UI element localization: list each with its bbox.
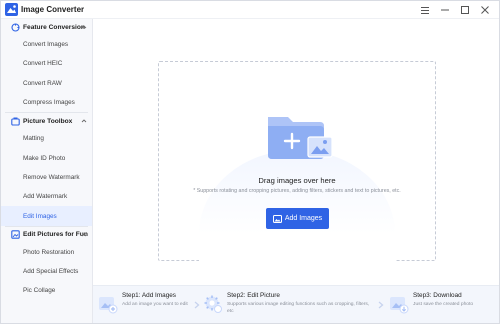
add-image-step-icon (99, 297, 118, 314)
add-images-label: Add Images (284, 215, 323, 222)
chevron-right-icon (194, 301, 200, 309)
chevron-right-icon (378, 301, 384, 309)
chevron-up-icon (81, 119, 87, 123)
sidebar-item-add-watermark[interactable]: Add Watermark (1, 187, 92, 206)
title-bar: Image Converter (1, 1, 499, 19)
step-description: Just save the created photo (413, 302, 474, 307)
image-icon (272, 214, 282, 223)
sidebar-item-remove-watermark[interactable]: Remove Watermark (1, 168, 92, 187)
category-label: Feature Conversion (23, 23, 85, 31)
sidebar-item-photo-restoration[interactable]: Photo Restoration (1, 243, 92, 262)
step-title: Step1: Add Images (122, 292, 177, 299)
app-title: Image Converter (21, 5, 85, 14)
chevron-up-icon (81, 25, 87, 29)
folder-add-image-icon (268, 117, 333, 159)
maximize-icon (461, 6, 469, 14)
sidebar-item-edit-images[interactable]: Edit Images (1, 206, 92, 226)
close-icon (481, 6, 489, 14)
sidebar-item-convert-images[interactable]: Convert Images (1, 35, 92, 54)
sidebar-item-convert-raw[interactable]: Convert RAW (1, 74, 92, 93)
sidebar-item-convert-heic[interactable]: Convert HEIC (1, 54, 92, 73)
step-title: Step3: Download (413, 292, 462, 299)
app-window: Image Converter Feature Conversion Conve… (0, 0, 500, 324)
close-button[interactable] (475, 1, 495, 19)
sidebar-item-compress-images[interactable]: Compress Images (1, 93, 92, 112)
toolbox-icon (11, 117, 20, 126)
step-2: Step2: Edit Picture Supports various ima… (203, 292, 381, 320)
category-edit-pictures-for-fun[interactable]: Edit Pictures for Fun (1, 227, 92, 243)
category-label: Picture Toolbox (23, 117, 73, 125)
image-edit-icon (11, 230, 20, 239)
main-content: Drag images over here * Supports rotatin… (93, 19, 499, 323)
sidebar: Feature Conversion Convert Images Conver… (1, 19, 93, 323)
step-1: Step1: Add Images Add an image you want … (98, 292, 196, 320)
chevron-up-icon (81, 233, 87, 236)
step-3: Step3: Download Just save the created ph… (389, 292, 497, 320)
steps-bar: Step1: Add Images Add an image you want … (93, 285, 499, 323)
add-images-button[interactable]: Add Images (266, 208, 329, 229)
drag-title: Drag images over here (258, 176, 336, 185)
refresh-icon (11, 22, 20, 32)
sidebar-item-pic-collage[interactable]: Pic Collage (1, 281, 92, 300)
step-title: Step2: Edit Picture (227, 292, 280, 299)
sidebar-item-add-special-effects[interactable]: Add Special Effects (1, 262, 92, 281)
minimize-button[interactable] (435, 1, 455, 19)
category-feature-conversion[interactable]: Feature Conversion (1, 19, 92, 35)
step-description: Supports various image editing functions… (227, 302, 370, 314)
app-logo-icon (5, 3, 18, 16)
category-picture-toolbox[interactable]: Picture Toolbox (1, 113, 92, 129)
step-description: Add an image you want to edit (122, 302, 188, 307)
drag-subtitle: * Supports rotating and cropping picture… (193, 188, 401, 194)
edit-settings-step-icon (204, 295, 222, 313)
window-controls (415, 1, 495, 19)
sidebar-item-make-id-photo[interactable]: Make ID Photo (1, 148, 92, 167)
sidebar-item-matting[interactable]: Matting (1, 129, 92, 148)
minimize-icon (441, 9, 449, 11)
menu-button[interactable] (415, 1, 435, 19)
menu-icon (421, 6, 429, 14)
maximize-button[interactable] (455, 1, 475, 19)
download-image-step-icon (390, 297, 409, 314)
category-label: Edit Pictures for Fun (23, 231, 88, 239)
drop-zone[interactable]: Drag images over here * Supports rotatin… (158, 61, 436, 270)
